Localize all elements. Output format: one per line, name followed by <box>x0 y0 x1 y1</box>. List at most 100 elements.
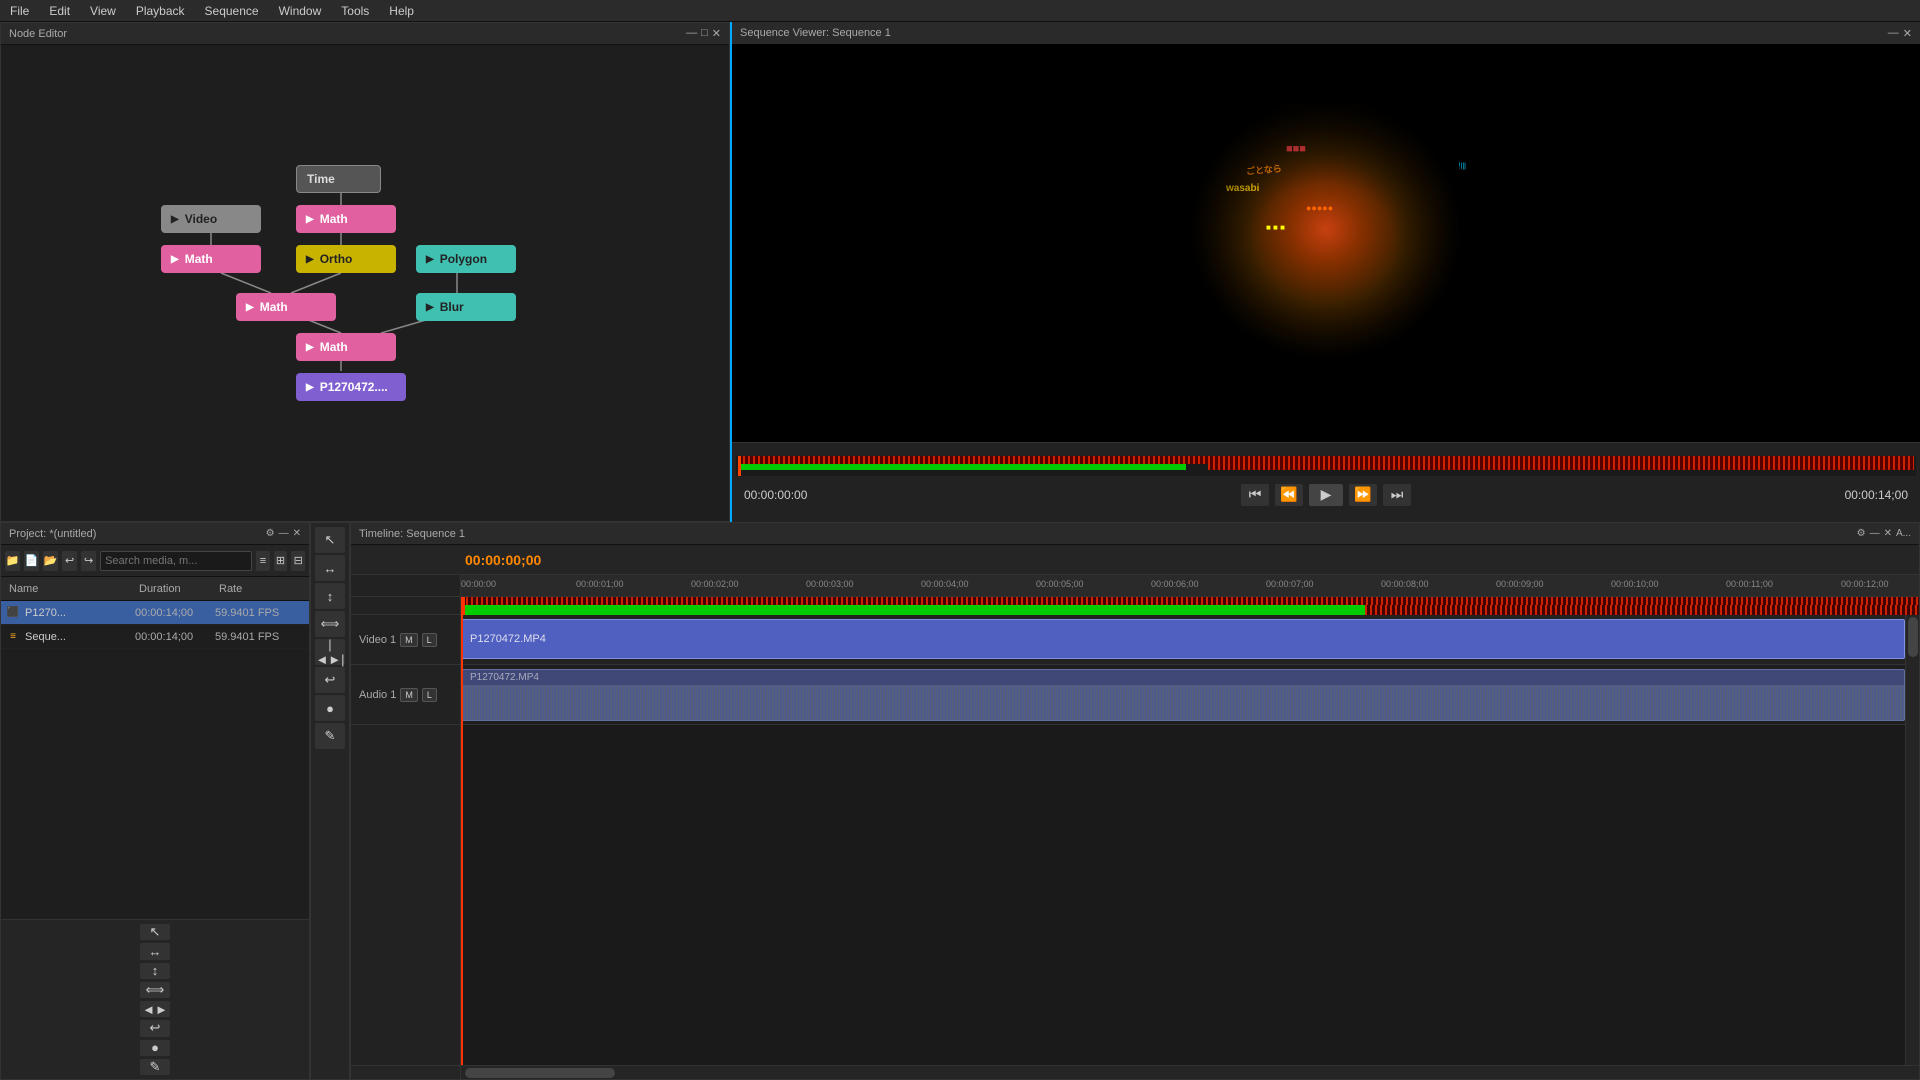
audio-clip-label: P1270472.MP4 <box>462 670 1904 685</box>
audio-waveform <box>462 685 1904 720</box>
timeline-extra: A... <box>1896 528 1911 539</box>
viewer-skip-start[interactable]: ⏮ <box>1241 484 1269 506</box>
node-polygon[interactable]: ▶ Polygon <box>416 245 516 273</box>
item-duration: 00:00:14;00 <box>135 607 215 619</box>
list-item[interactable]: ⬛ P1270... 00:00:14;00 59.9401 FPS <box>1 601 309 625</box>
project-settings[interactable]: ⚙ <box>266 528 275 539</box>
undo-button[interactable]: ↩ <box>62 551 77 571</box>
timeline-settings[interactable]: ⚙ <box>1857 528 1866 539</box>
redo-button[interactable]: ↪ <box>81 551 96 571</box>
audio-clip[interactable]: P1270472.MP4 <box>461 669 1905 721</box>
list-view-btn[interactable]: ≡ <box>256 551 270 571</box>
tool-record2[interactable]: ● <box>315 695 345 721</box>
tool-pen2[interactable]: ✎ <box>315 723 345 749</box>
viewer-timeline-bar[interactable] <box>736 456 1916 476</box>
project-panel: Project: *(untitled) ⚙ — ✕ 📁 📄 📂 ↩ ↪ ≡ ⊞… <box>0 522 310 1080</box>
item-duration: 00:00:14;00 <box>135 631 215 643</box>
track-area[interactable]: P1270472.MP4 P1270472.MP4 <box>461 615 1905 1065</box>
timeline-timecode: 00:00:00;00 <box>461 552 541 568</box>
timeline-close[interactable]: ✕ <box>1884 528 1892 539</box>
node-editor-close[interactable]: ✕ <box>712 27 721 40</box>
menu-view[interactable]: View <box>80 2 126 20</box>
top-section: Node Editor — □ ✕ <box>0 22 1920 522</box>
tool-move-h[interactable]: ↔ <box>315 555 345 581</box>
node-video[interactable]: ▶ Video <box>161 205 261 233</box>
viewer-play[interactable]: ▶ <box>1309 484 1343 506</box>
tool-move[interactable]: ↔ <box>140 943 170 959</box>
menu-sequence[interactable]: Sequence <box>195 2 269 20</box>
lock-btn[interactable]: L <box>422 633 437 647</box>
menu-playback[interactable]: Playback <box>126 2 195 20</box>
audio-track-name: Audio 1 <box>359 689 396 701</box>
node-editor-maximize[interactable]: □ <box>701 27 708 40</box>
search-input[interactable] <box>100 551 252 571</box>
menu-help[interactable]: Help <box>379 2 424 20</box>
video-clip[interactable]: P1270472.MP4 <box>461 619 1905 659</box>
scrollbar-thumb[interactable] <box>465 1068 615 1078</box>
tool-record[interactable]: ● <box>140 1040 170 1056</box>
list-item[interactable]: ≡ Seque... 00:00:14;00 59.9401 FPS <box>1 625 309 649</box>
node-editor: Node Editor — □ ✕ <box>0 22 730 522</box>
node-polygon-arrow: ▶ <box>426 254 434 265</box>
timeline-panel: Timeline: Sequence 1 ⚙ — ✕ A... 00:00:00… <box>350 522 1920 1080</box>
audio-mute-btn[interactable]: M <box>400 688 418 702</box>
audio-track-area[interactable]: P1270472.MP4 <box>461 665 1905 725</box>
new-bin-button[interactable]: 📁 <box>5 551 20 571</box>
video-track-area[interactable]: P1270472.MP4 <box>461 615 1905 665</box>
sequence-viewer: Sequence Viewer: Sequence 1 — ✕ ごとなら ■■■… <box>730 22 1920 522</box>
icon-view-btn[interactable]: ⊟ <box>291 551 305 571</box>
timeline-scrollbar-h[interactable] <box>351 1065 1919 1079</box>
tool-arrow[interactable]: ↖ <box>315 527 345 553</box>
track-scrollbar-v[interactable] <box>1905 615 1919 1065</box>
sequence-viewer-titlebar: Sequence Viewer: Sequence 1 — ✕ <box>732 22 1920 44</box>
project-close[interactable]: ✕ <box>293 528 301 539</box>
tool-undo2[interactable]: ↩ <box>315 667 345 693</box>
viewer-canvas: ごとなら ■■■ wasabi ●●●●● ■ ■ ■ |||| <box>732 44 1920 442</box>
menu-tools[interactable]: Tools <box>331 2 379 20</box>
tool-extend[interactable]: ⟺ <box>140 982 170 998</box>
viewer-fast-forward[interactable]: ⏩ <box>1349 484 1377 506</box>
node-math3[interactable]: ▶ Math <box>236 293 336 321</box>
node-output[interactable]: ▶ P1270472.... <box>296 373 406 401</box>
node-math1[interactable]: ▶ Math <box>296 205 396 233</box>
new-item-button[interactable]: 📄 <box>24 551 39 571</box>
tool-select[interactable]: ↖ <box>140 924 170 940</box>
node-math2[interactable]: ▶ Math <box>161 245 261 273</box>
tool-link[interactable]: ↩ <box>140 1020 170 1036</box>
node-video-label: Video <box>185 212 217 226</box>
tool-zoom[interactable]: ↕ <box>140 963 170 979</box>
project-minimize[interactable]: — <box>279 528 289 539</box>
viewer-minimize[interactable]: — <box>1888 27 1899 40</box>
bottom-section: Project: *(untitled) ⚙ — ✕ 📁 📄 📂 ↩ ↪ ≡ ⊞… <box>0 522 1920 1080</box>
viewer-skip-end[interactable]: ⏭ <box>1383 484 1411 506</box>
grid-view-btn[interactable]: ⊞ <box>274 551 288 571</box>
node-editor-minimize[interactable]: — <box>686 27 697 40</box>
node-ortho[interactable]: ▶ Ortho <box>296 245 396 273</box>
menu-file[interactable]: File <box>0 2 39 20</box>
project-toolbar: 📁 📄 📂 ↩ ↪ ≡ ⊞ ⊟ <box>1 545 309 577</box>
node-blur-label: Blur <box>440 300 464 314</box>
node-blur-arrow: ▶ <box>426 302 434 313</box>
node-time[interactable]: Time <box>296 165 381 193</box>
open-button[interactable]: 📂 <box>43 551 58 571</box>
audio-lock-btn[interactable]: L <box>422 688 437 702</box>
timeline-minimize[interactable]: — <box>1870 528 1880 539</box>
node-ortho-arrow: ▶ <box>306 254 314 265</box>
timeline-title-label: Timeline: Sequence 1 <box>359 528 465 540</box>
video-file-icon: ⬛ <box>5 605 21 621</box>
tool-ripple[interactable]: ◄► <box>140 1001 170 1017</box>
menu-edit[interactable]: Edit <box>39 2 80 20</box>
video-track-name: Video 1 <box>359 634 396 646</box>
audio-track-label: Audio 1 M L <box>351 665 460 725</box>
tool-extend2[interactable]: ⟺ <box>315 611 345 637</box>
node-math4[interactable]: ▶ Math <box>296 333 396 361</box>
viewer-close[interactable]: ✕ <box>1903 27 1912 40</box>
tool-move-v[interactable]: ↕ <box>315 583 345 609</box>
viewer-rewind[interactable]: ⏪ <box>1275 484 1303 506</box>
tool-pen[interactable]: ✎ <box>140 1059 170 1075</box>
menu-window[interactable]: Window <box>269 2 332 20</box>
tool-ripple2[interactable]: |◄►| <box>315 639 345 665</box>
project-column-headers: Name Duration Rate <box>1 577 309 601</box>
node-blur[interactable]: ▶ Blur <box>416 293 516 321</box>
mute-btn[interactable]: M <box>400 633 418 647</box>
